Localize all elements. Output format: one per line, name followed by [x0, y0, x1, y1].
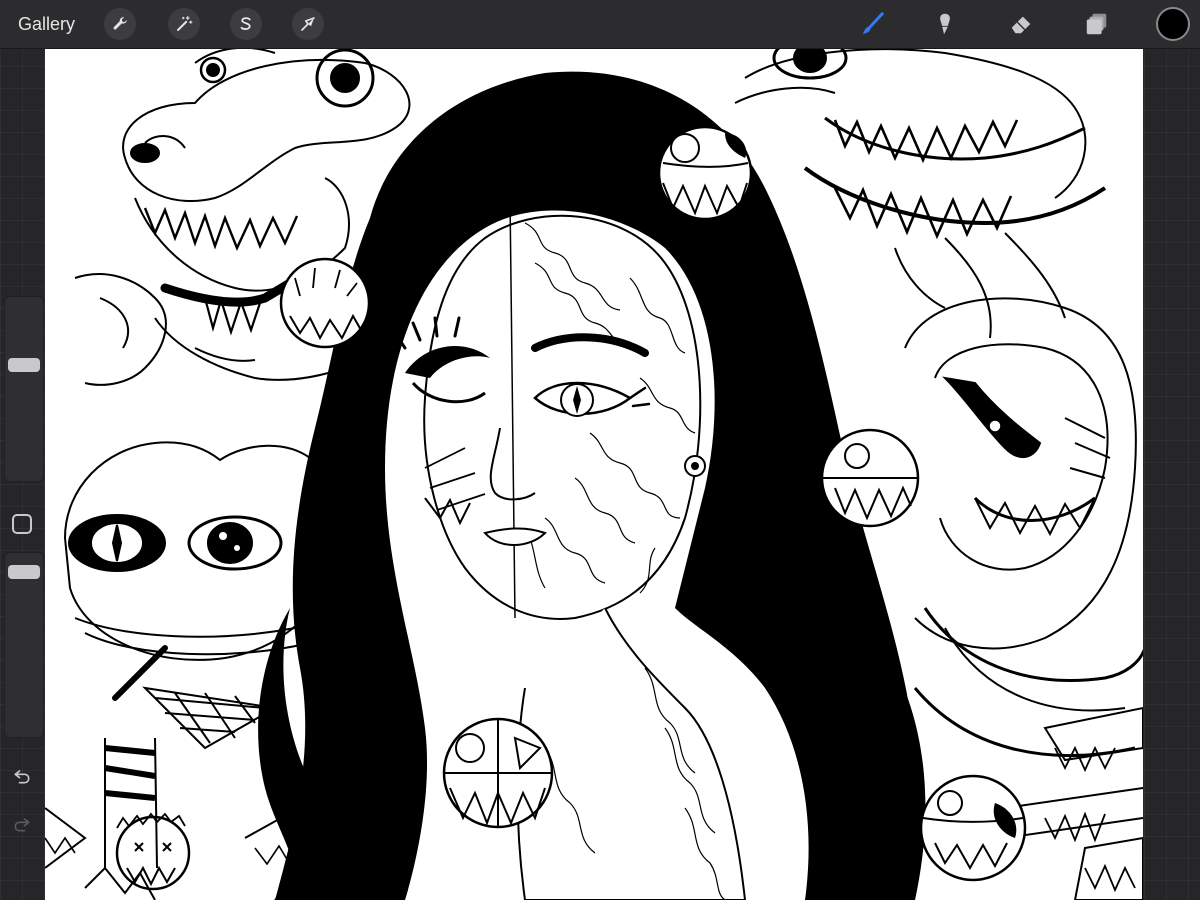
procreate-app: Gallery — [0, 0, 1200, 900]
redo-button[interactable] — [10, 812, 34, 836]
modify-button[interactable] — [12, 514, 32, 534]
brush-size-slider[interactable] — [4, 296, 44, 482]
color-picker-button[interactable] — [1156, 7, 1190, 41]
orb-bottom-right — [919, 774, 1027, 882]
orb-left — [279, 257, 371, 349]
undo-button[interactable] — [10, 764, 34, 788]
undo-icon — [14, 770, 30, 784]
eraser-icon — [1011, 16, 1031, 34]
gallery-button[interactable]: Gallery — [18, 12, 75, 36]
wrench-icon — [113, 17, 127, 30]
adjustments-button[interactable] — [168, 8, 200, 40]
opacity-slider[interactable] — [4, 552, 44, 738]
left-sidebar — [0, 296, 45, 900]
brush-icon — [862, 12, 884, 35]
brush-button[interactable] — [856, 8, 890, 40]
layers-icon — [1086, 13, 1107, 35]
brush-size-thumb[interactable] — [8, 357, 40, 372]
layers-button[interactable] — [1080, 8, 1114, 40]
smudge-icon — [940, 13, 950, 35]
line-art-illustration — [45, 48, 1143, 900]
orb-center-bottom — [442, 717, 554, 829]
magic-wand-icon — [177, 15, 193, 31]
top-toolbar: Gallery — [0, 0, 1200, 49]
orb-top — [657, 125, 753, 221]
redo-icon — [14, 818, 30, 832]
arrow-cursor-icon — [301, 17, 315, 31]
orb-right — [820, 428, 920, 528]
selection-s-icon — [240, 17, 251, 30]
actions-button[interactable] — [104, 8, 136, 40]
transform-button[interactable] — [292, 8, 324, 40]
selection-button[interactable] — [230, 8, 262, 40]
drawing-canvas[interactable] — [45, 48, 1143, 900]
eraser-button[interactable] — [1004, 8, 1038, 40]
smudge-button[interactable] — [928, 8, 962, 40]
opacity-thumb[interactable] — [8, 565, 40, 580]
